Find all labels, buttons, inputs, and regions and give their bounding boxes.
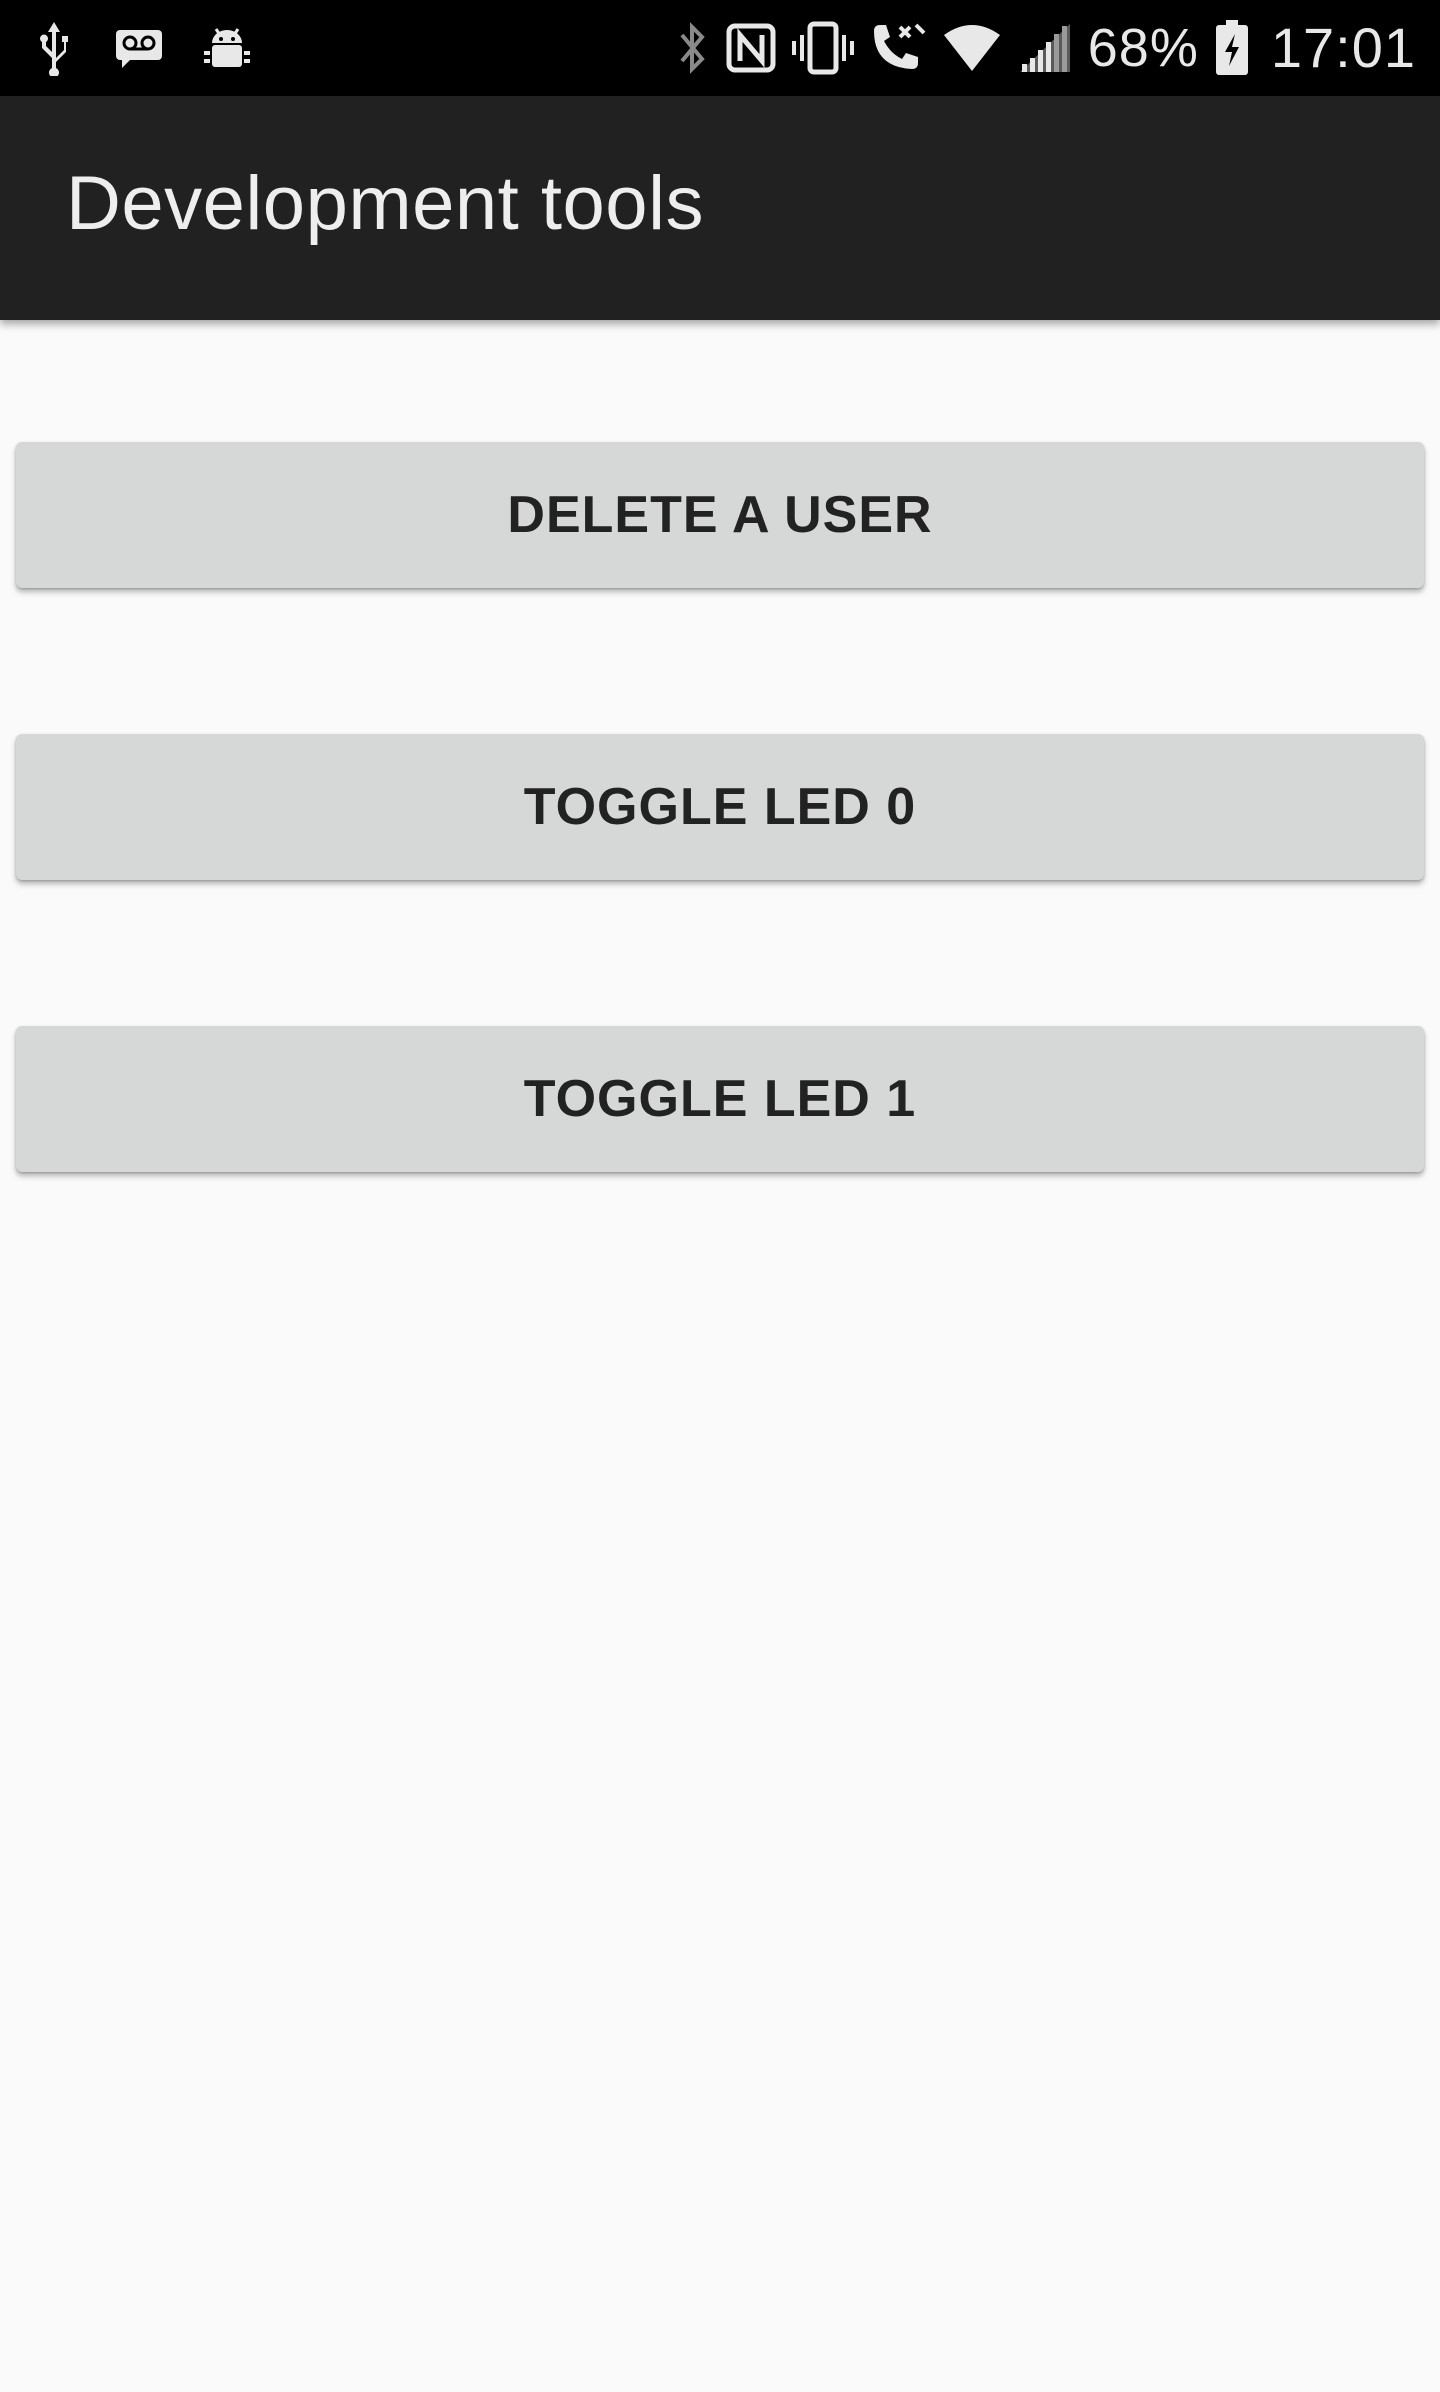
vibrate-icon [791,21,854,75]
nfc-icon [726,23,776,73]
signal-icon [1018,22,1072,74]
delete-user-button[interactable]: DELETE A USER [16,442,1424,588]
wifi-icon [942,23,1002,73]
battery-charging-icon [1215,20,1249,76]
voicemail-icon [114,28,164,68]
status-right-icons: 68% 17:01 [676,14,1416,82]
wifi-calling-icon [870,21,926,75]
screen: 68% 17:01 Development tools DELETE A USE… [0,0,1440,2392]
bluetooth-icon [676,21,710,75]
page-title: Development tools [66,161,704,246]
usb-icon [34,20,74,76]
android-debug-icon [204,23,250,73]
app-bar: Development tools [0,96,1440,320]
battery-percent: 68% [1087,18,1199,78]
toggle-led-1-button[interactable]: TOGGLE LED 1 [16,1026,1424,1172]
status-bar: 68% 17:01 [0,0,1440,96]
toggle-led-0-button[interactable]: TOGGLE LED 0 [16,734,1424,880]
main-content: DELETE A USER TOGGLE LED 0 TOGGLE LED 1 [0,320,1440,2392]
status-left-icons [34,18,250,78]
status-time: 17:01 [1270,16,1416,79]
